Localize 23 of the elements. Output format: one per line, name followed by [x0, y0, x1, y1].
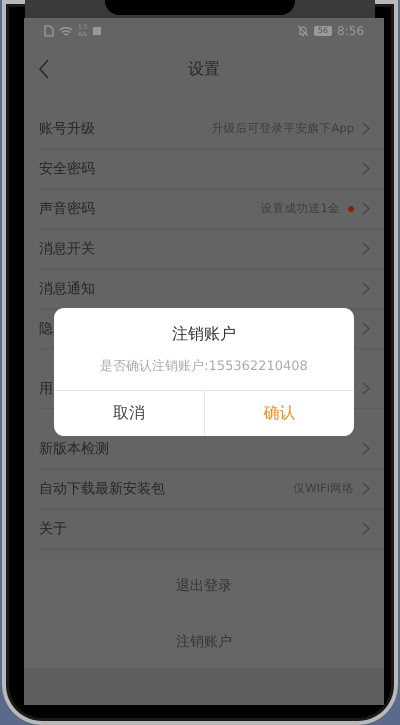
chevron-right-icon	[362, 202, 370, 215]
confirm-button[interactable]: 确认	[204, 391, 354, 436]
bell-off-icon	[296, 25, 309, 37]
battery-level: 56	[314, 26, 332, 36]
chevron-right-icon	[362, 322, 370, 335]
wifi-icon	[59, 26, 73, 36]
settings-row[interactable]: 消息开关	[39, 229, 384, 269]
notification-icon	[92, 27, 101, 35]
chevron-right-icon	[362, 162, 370, 175]
chevron-right-icon	[362, 382, 370, 395]
page-title: 设置	[188, 58, 220, 80]
dialog-message: 是否确认注销账户:155362210408	[100, 358, 308, 375]
chevron-right-icon	[362, 282, 370, 295]
settings-row[interactable]: 安全密码	[39, 149, 384, 189]
chevron-right-icon	[362, 442, 370, 455]
chevron-right-icon	[362, 522, 370, 535]
chevron-right-icon	[362, 482, 370, 495]
chevron-right-icon	[362, 122, 370, 135]
settings-row[interactable]: 关于	[39, 509, 384, 549]
sim-card-icon	[44, 25, 54, 37]
back-icon[interactable]	[38, 59, 50, 79]
chevron-right-icon	[362, 242, 370, 255]
dialog-title: 注销账户	[172, 324, 236, 345]
